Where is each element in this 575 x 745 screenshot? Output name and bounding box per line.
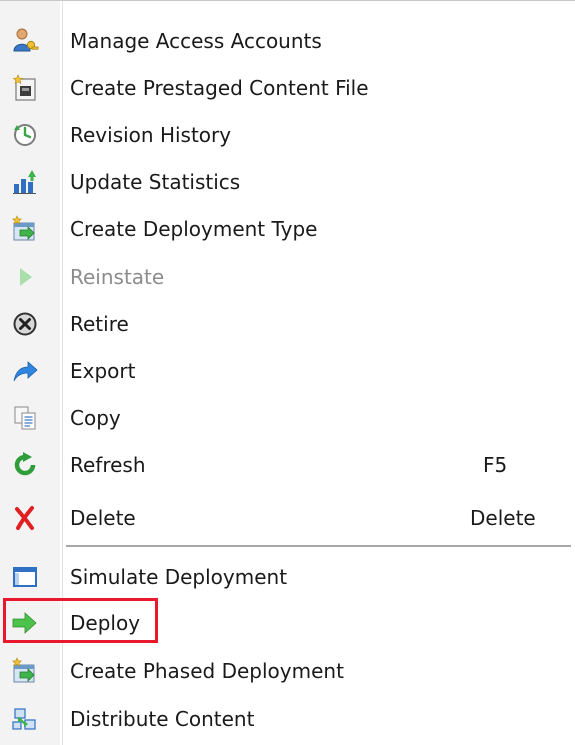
simulate-deployment-icon xyxy=(11,563,39,591)
menu-item-label: Update Statistics xyxy=(70,170,241,194)
menu-item-label: Revision History xyxy=(70,123,232,147)
menu-item-manage-access-accounts[interactable]: Manage Access Accounts xyxy=(0,18,575,64)
reinstate-icon xyxy=(11,263,39,291)
menu-item-label: Copy xyxy=(70,406,121,430)
revision-history-icon xyxy=(11,121,39,149)
menu-item-label: Manage Access Accounts xyxy=(70,29,322,53)
menu-item-distribute-content[interactable]: Distribute Content xyxy=(0,696,575,742)
menu-item-label: Reinstate xyxy=(70,265,165,289)
delete-icon xyxy=(11,504,39,532)
menu-item-label: Create Phased Deployment xyxy=(70,659,344,683)
distribute-content-icon xyxy=(11,705,39,733)
menu-item-create-deployment-type[interactable]: Create Deployment Type xyxy=(0,206,575,252)
refresh-icon xyxy=(11,451,39,479)
retire-icon xyxy=(11,310,39,338)
menu-item-copy[interactable]: Copy xyxy=(0,395,575,441)
menu-item-refresh[interactable]: Refresh F5 xyxy=(0,442,575,488)
menu-item-update-statistics[interactable]: Update Statistics xyxy=(0,159,575,205)
create-deployment-type-icon xyxy=(11,215,39,243)
menu-item-label: Export xyxy=(70,359,136,383)
context-menu: Manage Access Accounts Create Prestaged … xyxy=(0,0,575,745)
menu-item-label: Distribute Content xyxy=(70,707,255,731)
menu-item-reinstate: Reinstate xyxy=(0,254,575,300)
copy-icon xyxy=(11,404,39,432)
menu-item-label: Create Deployment Type xyxy=(70,217,318,241)
menu-item-create-phased-deployment[interactable]: Create Phased Deployment xyxy=(0,648,575,694)
delete-shortcut: Delete xyxy=(470,506,536,530)
menu-item-export[interactable]: Export xyxy=(0,348,575,394)
menu-item-delete[interactable]: Delete Delete xyxy=(0,495,575,541)
menu-item-simulate-deployment[interactable]: Simulate Deployment xyxy=(0,554,575,600)
menu-item-retire[interactable]: Retire xyxy=(0,301,575,347)
menu-item-label: Simulate Deployment xyxy=(70,565,288,589)
menu-separator xyxy=(66,545,571,547)
update-statistics-icon xyxy=(11,168,39,196)
menu-item-label: Create Prestaged Content File xyxy=(70,76,369,100)
menu-item-create-prestaged-content-file[interactable]: Create Prestaged Content File xyxy=(0,65,575,111)
menu-item-label: Refresh xyxy=(70,453,146,477)
refresh-shortcut: F5 xyxy=(483,453,508,477)
menu-item-label: Retire xyxy=(70,312,129,336)
prestaged-content-icon xyxy=(11,74,39,102)
phased-deployment-icon xyxy=(11,657,39,685)
deploy-highlight-box xyxy=(3,598,158,643)
export-icon xyxy=(11,357,39,385)
menu-item-label: Delete xyxy=(70,506,136,530)
manage-access-accounts-icon xyxy=(11,27,39,55)
menu-item-revision-history[interactable]: Revision History xyxy=(0,112,575,158)
